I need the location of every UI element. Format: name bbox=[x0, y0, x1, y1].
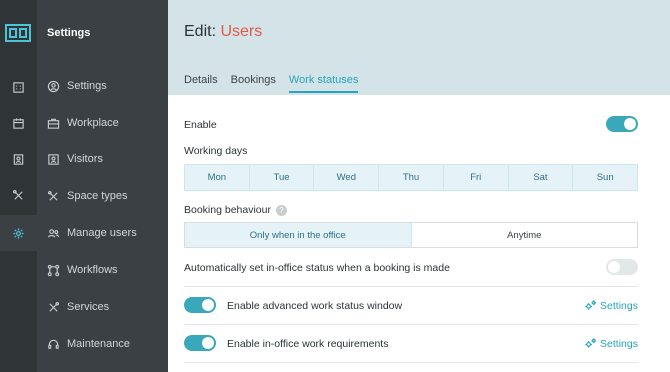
sidebar-item-label: Manage users bbox=[67, 227, 137, 239]
headset-icon bbox=[48, 339, 59, 349]
day-sun[interactable]: Sun bbox=[573, 165, 637, 190]
requirements-label: Enable in-office work requirements bbox=[227, 338, 389, 350]
advanced-settings-link[interactable]: Settings bbox=[584, 299, 638, 312]
workflow-icon bbox=[47, 264, 60, 276]
requirements-toggle[interactable] bbox=[184, 335, 216, 351]
rail-id-badge[interactable] bbox=[0, 141, 37, 177]
work-statuses-panel: Enable Working days Mon Tue Wed Thu Fri … bbox=[168, 95, 670, 372]
gear-icon bbox=[13, 227, 24, 239]
auto-status-label: Automatically set in-office status when … bbox=[184, 262, 450, 274]
tab-work-statuses[interactable]: Work statuses bbox=[288, 74, 359, 93]
rail-calendar[interactable] bbox=[0, 105, 37, 141]
booking-option-anytime[interactable]: Anytime bbox=[412, 223, 638, 247]
booking-behaviour-text: Booking behaviour bbox=[184, 204, 271, 216]
calendar-icon bbox=[13, 117, 24, 129]
divider bbox=[184, 324, 638, 325]
gears-icon bbox=[585, 338, 597, 348]
divider bbox=[184, 362, 638, 363]
day-fri[interactable]: Fri bbox=[444, 165, 509, 190]
day-mon[interactable]: Mon bbox=[185, 165, 250, 190]
tools-icon bbox=[49, 301, 59, 312]
help-icon[interactable]: ? bbox=[275, 204, 287, 216]
tab-bookings[interactable]: Bookings bbox=[231, 74, 276, 93]
sidebar-item-workplace[interactable]: Workplace bbox=[47, 113, 119, 133]
id-badge-icon bbox=[13, 153, 24, 165]
enable-toggle[interactable] bbox=[606, 116, 638, 132]
sidebar-item-label: Settings bbox=[67, 80, 107, 92]
rail-settings[interactable] bbox=[0, 215, 37, 251]
settings-link-label: Settings bbox=[600, 337, 638, 350]
rail-tools[interactable] bbox=[0, 177, 37, 213]
page-header: Edit: Users Details Bookings Work status… bbox=[168, 0, 670, 95]
rail-building[interactable] bbox=[0, 69, 37, 105]
auto-status-toggle[interactable] bbox=[606, 259, 638, 275]
sidebar-item-workflows[interactable]: Workflows bbox=[47, 260, 118, 280]
sidebar-item-maintenance[interactable]: Maintenance bbox=[47, 334, 130, 354]
sidebar-item-visitors[interactable]: Visitors bbox=[47, 149, 103, 169]
tools-icon bbox=[13, 189, 23, 200]
sidebar: Settings Settings Workplace Visitors Spa… bbox=[37, 0, 168, 372]
booking-option-in-office[interactable]: Only when in the office bbox=[185, 223, 412, 247]
enable-label: Enable bbox=[184, 119, 217, 131]
page-title-prefix: Edit: bbox=[184, 23, 217, 40]
sidebar-item-label: Visitors bbox=[67, 153, 103, 165]
settings-link-label: Settings bbox=[600, 299, 638, 312]
divider bbox=[184, 286, 638, 287]
day-thu[interactable]: Thu bbox=[379, 165, 444, 190]
tools-icon bbox=[48, 190, 58, 201]
user-circle-icon bbox=[47, 80, 60, 92]
advanced-label: Enable advanced work status window bbox=[227, 300, 403, 312]
tab-details[interactable]: Details bbox=[184, 74, 218, 93]
tab-bar: Details Bookings Work statuses bbox=[184, 74, 371, 93]
sidebar-item-settings[interactable]: Settings bbox=[47, 76, 107, 96]
day-wed[interactable]: Wed bbox=[314, 165, 380, 190]
sidebar-item-label: Maintenance bbox=[67, 338, 130, 350]
building-icon bbox=[13, 81, 24, 93]
sidebar-item-label: Workflows bbox=[67, 264, 118, 276]
visitor-badge-icon bbox=[48, 153, 59, 165]
icon-rail bbox=[0, 0, 37, 372]
working-days-label: Working days bbox=[184, 145, 248, 157]
sidebar-item-services[interactable]: Services bbox=[47, 297, 109, 317]
sidebar-item-manage-users[interactable]: Manage users bbox=[47, 223, 137, 243]
page-title: Edit: Users bbox=[184, 23, 262, 41]
users-icon bbox=[47, 228, 60, 238]
sidebar-item-label: Services bbox=[67, 301, 110, 313]
sidebar-item-label: Space types bbox=[67, 190, 128, 202]
page-title-entity: Users bbox=[220, 23, 263, 40]
gears-icon bbox=[585, 300, 597, 310]
briefcase-icon bbox=[47, 118, 60, 129]
booking-behaviour-selector: Only when in the office Anytime bbox=[184, 222, 638, 248]
requirements-settings-link[interactable]: Settings bbox=[584, 337, 638, 350]
advanced-toggle[interactable] bbox=[184, 297, 216, 313]
booking-behaviour-label: Booking behaviour? bbox=[184, 204, 287, 216]
sidebar-item-label: Workplace bbox=[67, 117, 119, 129]
day-sat[interactable]: Sat bbox=[509, 165, 574, 190]
logo bbox=[5, 24, 31, 42]
sidebar-title: Settings bbox=[47, 27, 91, 39]
day-tue[interactable]: Tue bbox=[250, 165, 315, 190]
working-days-selector: Mon Tue Wed Thu Fri Sat Sun bbox=[184, 164, 638, 191]
sidebar-item-space-types[interactable]: Space types bbox=[47, 186, 128, 206]
